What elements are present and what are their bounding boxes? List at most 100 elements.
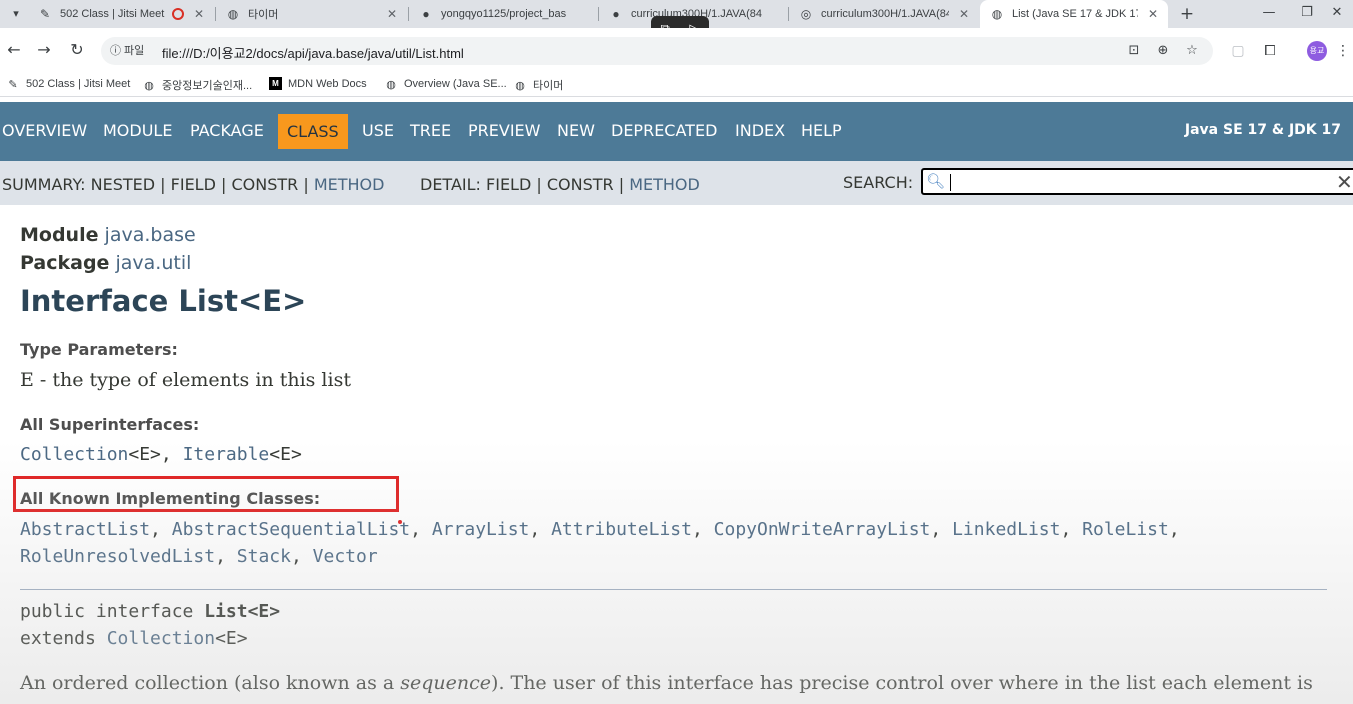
nav-help[interactable]: HELP [801,121,842,140]
search-input[interactable] [921,168,1353,195]
superinterfaces-heading: All Superinterfaces: [20,415,200,434]
text-caret [950,174,951,191]
bookmark-item[interactable]: ◍ 타이머 [513,77,563,93]
type-params-value: E - the type of elements in this list [20,369,351,391]
profile-avatar[interactable]: 용교 [1307,41,1327,61]
summary-method-link[interactable]: METHOD [314,175,385,194]
highlight-box [13,476,399,512]
signature-extends: extends [20,628,107,649]
package-link[interactable]: java.util [116,252,192,274]
close-icon[interactable]: ✕ [957,7,971,21]
nav-overview[interactable]: OVERVIEW [2,121,87,140]
window-close-button[interactable]: ✕ [1314,0,1353,28]
bookmark-label: 502 Class | Jitsi Meet [26,78,131,90]
about-language: Java SE 17 & JDK 17 [1184,122,1341,138]
zoom-icon[interactable]: ⊕ [1153,41,1173,61]
class-link[interactable]: LinkedList [952,519,1060,540]
browser-tab[interactable]: ◍ 타이머 ✕ [216,0,407,28]
class-link[interactable]: AbstractList [20,519,150,540]
nav-module[interactable]: MODULE [103,121,172,140]
close-icon[interactable]: ✕ [192,7,206,21]
nav-preview[interactable]: PREVIEW [468,121,540,140]
jitsi-icon: ✎ [8,78,18,91]
interface-description: An ordered collection (also known as a s… [20,672,1313,694]
menu-dots-icon[interactable]: ⋮ [1336,41,1350,61]
class-link[interactable]: AttributeList [551,519,692,540]
nav-index[interactable]: INDEX [735,121,785,140]
browser-tab[interactable]: ✎ 502 Class | Jitsi Meet ✕ [28,0,214,28]
superinterfaces-list: Collection<E>, Iterable<E> [20,444,302,465]
translate-icon[interactable]: ⊡ [1124,41,1144,61]
nav-class-active[interactable]: CLASS [278,114,348,149]
nav-use[interactable]: USE [362,121,394,140]
implementing-classes-line-2: RoleUnresolvedList, Stack, Vector [20,546,378,567]
back-button[interactable]: ← [3,39,25,61]
nav-tree[interactable]: TREE [410,121,451,140]
detail-nav: DETAIL: FIELD | CONSTR | METHOD [420,175,700,194]
forward-button[interactable]: → [33,39,55,61]
bookmark-label: Overview (Java SE... [404,78,507,90]
bookmark-item[interactable]: ✎ 502 Class | Jitsi Meet [6,77,130,91]
recording-icon [172,8,184,20]
type-params-heading: Type Parameters: [20,340,178,359]
type-suffix: <E> [269,444,302,465]
browser-tab[interactable]: ◎ curriculum300H/1.JAVA(84 ✕ [789,0,979,28]
nav-package[interactable]: PACKAGE [190,121,264,140]
class-link[interactable]: CopyOnWriteArrayList [714,519,931,540]
nav-new[interactable]: NEW [557,121,595,140]
bookmark-star-icon[interactable]: ☆ [1182,41,1202,61]
class-link[interactable]: RoleList [1082,519,1169,540]
jitsi-icon: ✎ [39,7,51,21]
bookmark-item[interactable]: ◍ Overview (Java SE... [384,77,507,91]
tab-label: 502 Class | Jitsi Meet [60,8,165,20]
tab-label: 타이머 [248,9,279,21]
class-link[interactable]: RoleUnresolvedList [20,546,215,567]
new-tab-button[interactable]: + [1176,3,1198,25]
extensions-puzzle-icon[interactable]: ⧠ [1260,41,1280,61]
class-link[interactable]: AbstractSequentialList [172,519,410,540]
module-label: Module [20,224,99,246]
signature-type-name: List<E> [204,601,281,622]
implementing-classes-line-1: AbstractList, AbstractSequentialList, Ar… [20,519,1180,540]
description-italic: sequence [400,672,492,694]
github-icon: ● [422,7,430,21]
bookmark-item[interactable]: ◍ 중앙정보기술인재... [142,77,252,93]
globe-icon: ◍ [386,78,396,91]
detail-method-link[interactable]: METHOD [629,175,700,194]
signature-collection-link[interactable]: Collection [107,628,215,649]
module-link[interactable]: java.base [105,224,196,246]
github-icon: ● [612,7,620,21]
close-icon[interactable]: ✕ [1146,7,1160,21]
site-info-chip[interactable]: ⓘ 파일 [110,42,144,58]
description-text: ). The user of this interface has precis… [491,672,1313,694]
globe-icon: ◍ [227,7,239,21]
tab-search-icon[interactable]: ▾ [6,4,26,24]
tab-label: List (Java SE 17 & JDK 17) [1012,8,1138,20]
search-label: SEARCH: [843,173,914,192]
summary-prefix: SUMMARY: NESTED | FIELD | CONSTR | [2,175,314,194]
superinterface-link[interactable]: Iterable [183,444,270,465]
detail-prefix: DETAIL: FIELD | CONSTR | [420,175,630,194]
superinterface-link[interactable]: Collection [20,444,128,465]
reset-search-icon[interactable]: ✕ [1336,170,1353,194]
description-text: An ordered collection (also known as a [20,672,401,694]
class-link[interactable]: ArrayList [432,519,530,540]
bookmark-label: 타이머 [533,80,564,92]
browser-tab[interactable]: ● yongqyo1125/project_bas [409,0,597,28]
bookmark-label: MDN Web Docs [288,77,367,90]
summary-nav: SUMMARY: NESTED | FIELD | CONSTR | METHO… [2,175,384,194]
type-suffix: <E>, [128,444,183,465]
bookmark-item[interactable]: M MDN Web Docs [269,77,367,90]
reload-button[interactable]: ↻ [66,39,88,61]
nav-deprecated[interactable]: DEPRECATED [611,121,717,140]
class-link[interactable]: Vector [313,546,378,567]
package-line: Package java.util [20,252,191,274]
close-icon[interactable]: ✕ [385,7,399,21]
tab-label: curriculum300H/1.JAVA(84 [821,8,949,20]
type-suffix: <E> [215,628,248,649]
extension-icon[interactable]: ▢ [1228,41,1248,61]
signature-modifiers: public interface [20,601,205,622]
class-link[interactable]: Stack [237,546,291,567]
browser-tab-active[interactable]: ◍ List (Java SE 17 & JDK 17) ✕ [980,0,1168,28]
url-text[interactable]: file:///D:/이용교2/docs/api/java.base/java/… [162,43,464,62]
